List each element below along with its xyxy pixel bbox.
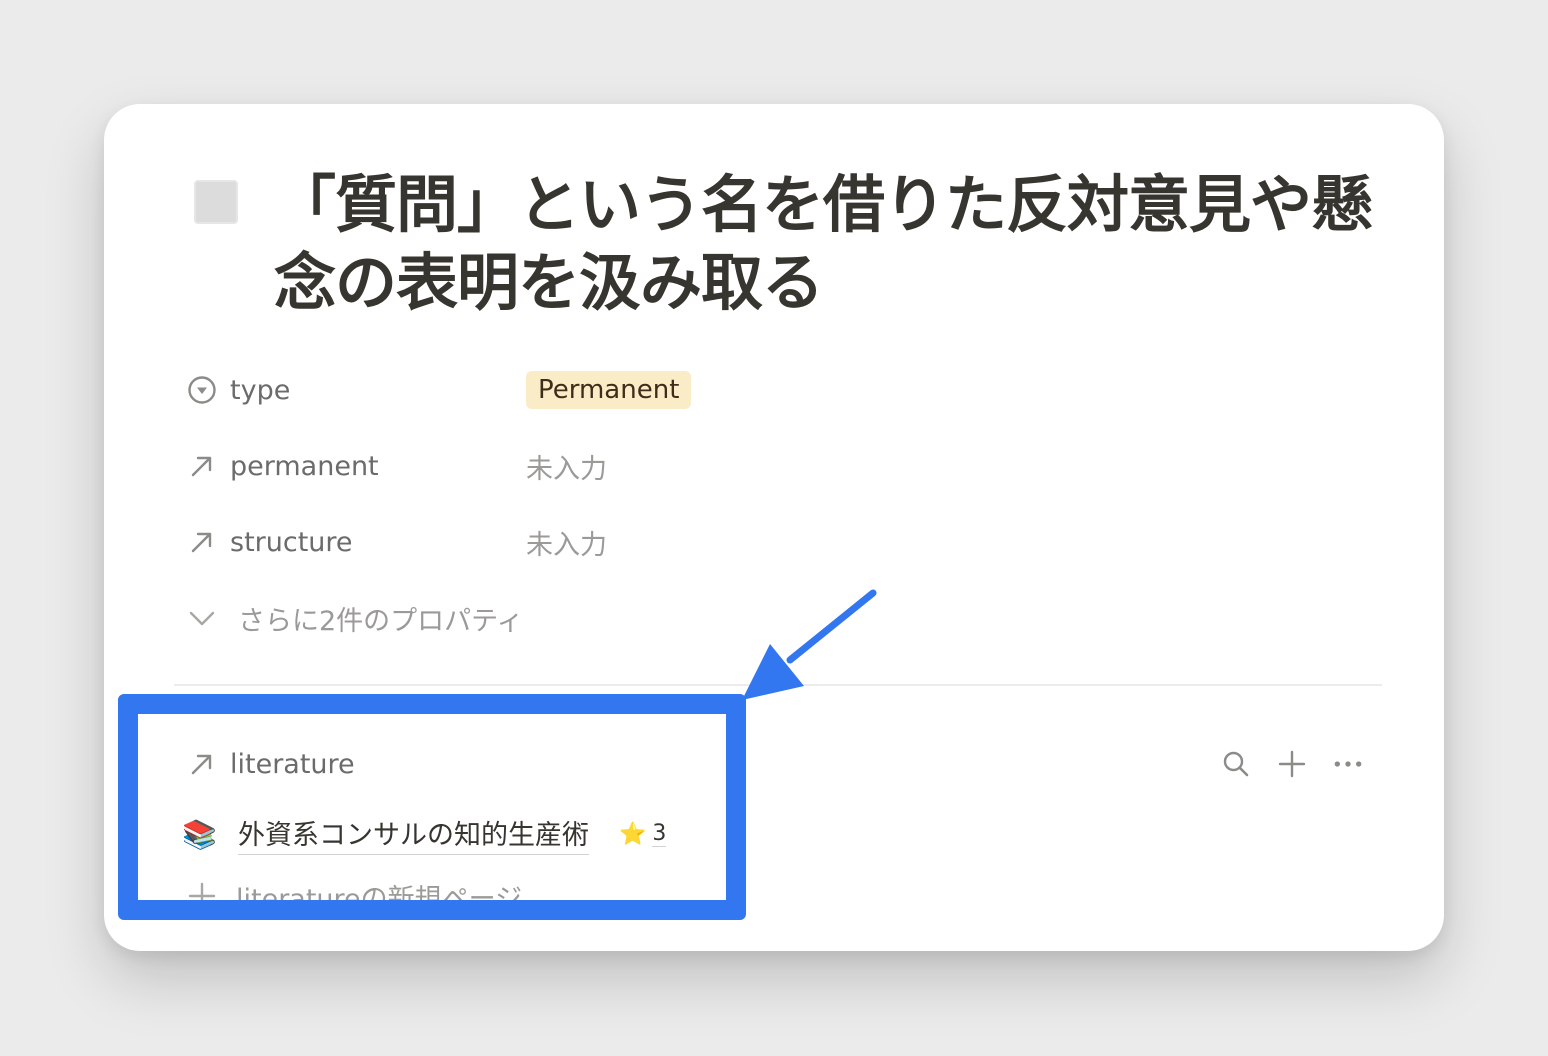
annotation-arrow — [742, 589, 877, 700]
